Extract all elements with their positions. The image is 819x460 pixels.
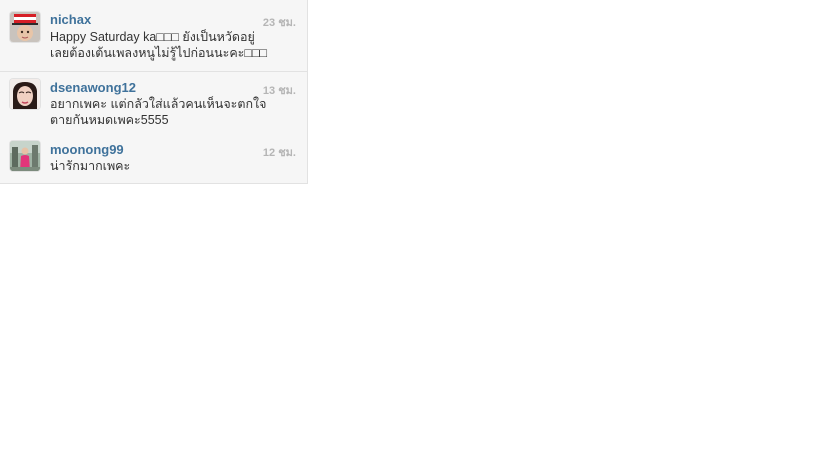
comment-item: moonong99 12 ชม. น่ารักมากเพคะ bbox=[0, 134, 308, 184]
user-avatar-icon[interactable] bbox=[10, 79, 40, 109]
comment-text: น่ารักมากเพคะ bbox=[50, 158, 302, 174]
comment-text-line: เลยต้องเต้นเพลงหนูไม่รู้ไปก่อนนะคะ□□□ bbox=[50, 46, 268, 60]
comment-text: Happy Saturday ka□□□ ยังเป็นหวัดอยู่ เลย… bbox=[50, 29, 302, 61]
comment-item: dsenawong12 13 ชม. อยากเพคะ แต่กลัวใส่แล… bbox=[0, 72, 308, 134]
comment-username[interactable]: moonong99 bbox=[50, 142, 124, 157]
comment-username[interactable]: nichax bbox=[50, 12, 91, 27]
user-avatar-icon[interactable] bbox=[10, 141, 40, 171]
comments-panel: nichax 23 ชม. Happy Saturday ka□□□ ยังเป… bbox=[0, 0, 308, 184]
comment-text-line: อยากเพคะ แต่กลัวใส่แล้วคนเห็นจะตกใจ bbox=[50, 97, 267, 111]
comment-text-line: น่ารักมากเพคะ bbox=[50, 159, 131, 173]
comment-text: อยากเพคะ แต่กลัวใส่แล้วคนเห็นจะตกใจ ตายก… bbox=[50, 96, 302, 128]
user-avatar-icon[interactable] bbox=[10, 12, 40, 42]
comment-text-line: Happy Saturday ka□□□ ยังเป็นหวัดอยู่ bbox=[50, 30, 255, 44]
comment-username[interactable]: dsenawong12 bbox=[50, 80, 136, 95]
comment-text-line: ตายกันหมดเพคะ5555 bbox=[50, 113, 169, 127]
comment-item: nichax 23 ชม. Happy Saturday ka□□□ ยังเป… bbox=[0, 0, 308, 72]
